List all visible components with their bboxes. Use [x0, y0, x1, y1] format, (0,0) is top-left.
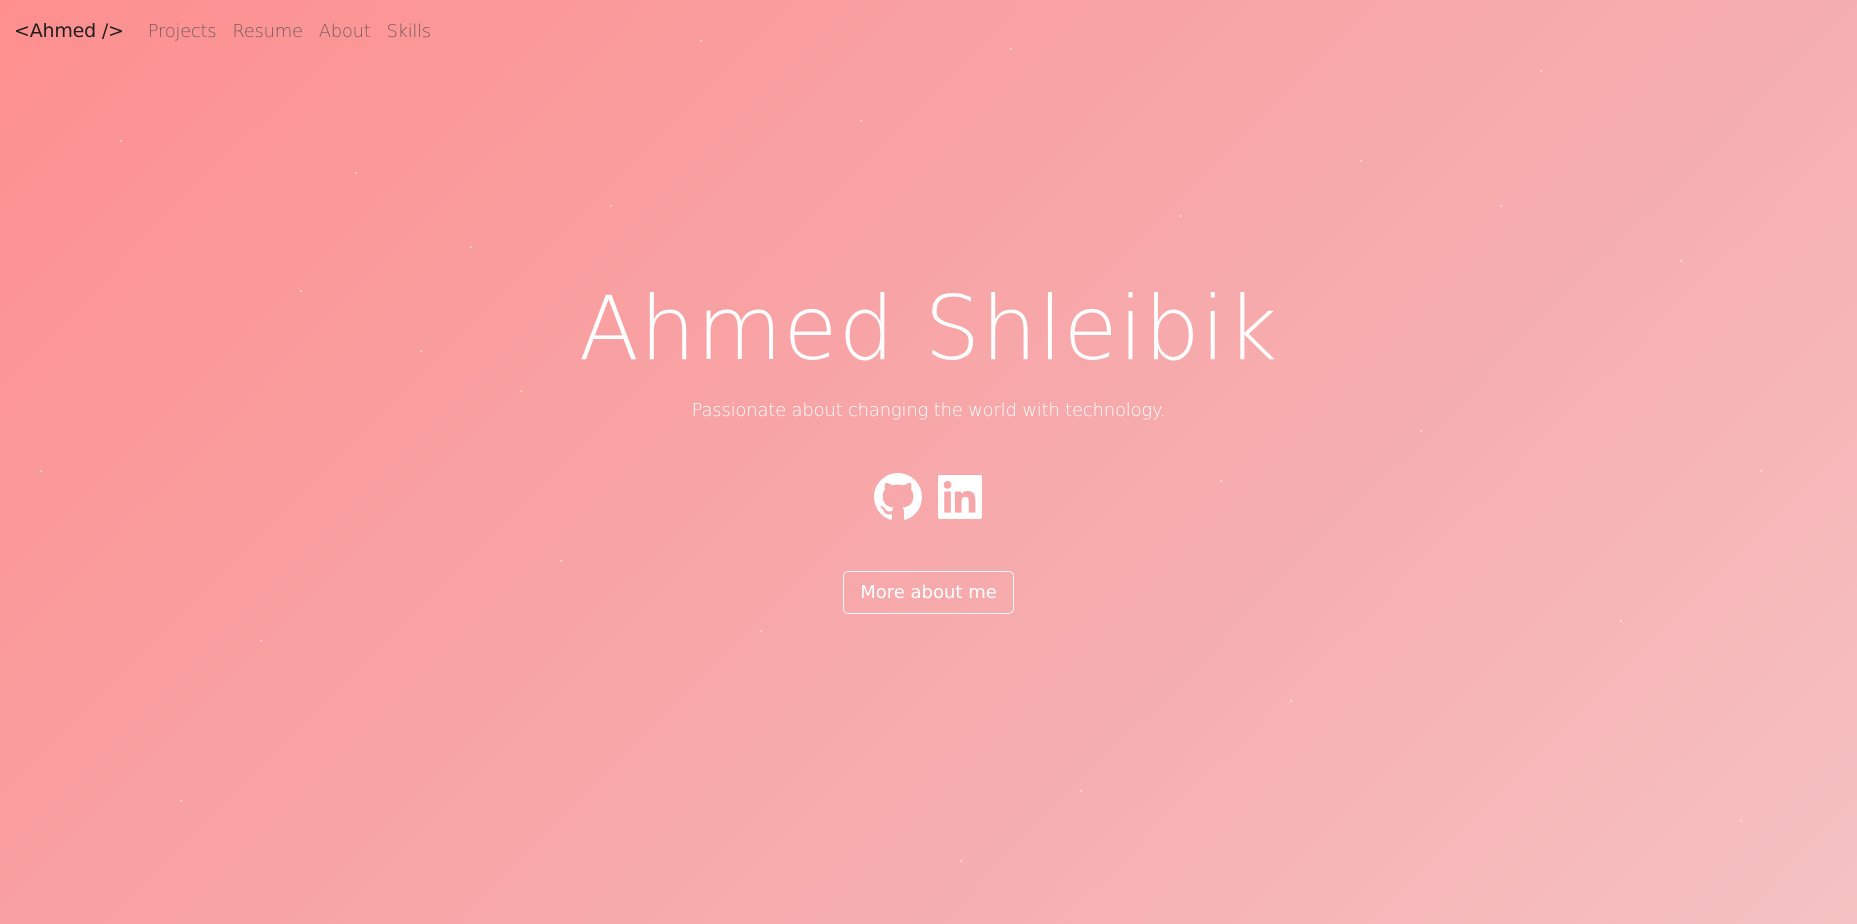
- nav-link-resume[interactable]: Resume: [232, 21, 303, 42]
- top-navbar: <Ahmed /> Projects Resume About Skills: [0, 0, 1857, 62]
- nav-link-projects[interactable]: Projects: [148, 21, 217, 42]
- linkedin-icon: [937, 475, 982, 519]
- hero-section: Ahmed Shleibik Passionate about changing…: [0, 285, 1857, 614]
- nav-link-skills[interactable]: Skills: [386, 21, 431, 42]
- hero-subtitle: Passionate about changing the world with…: [691, 400, 1166, 421]
- github-icon: [873, 473, 922, 520]
- nav-links: Projects Resume About Skills: [148, 21, 447, 42]
- more-about-me-button[interactable]: More about me: [843, 571, 1014, 614]
- nav-link-about[interactable]: About: [319, 21, 371, 42]
- linkedin-link[interactable]: [936, 473, 984, 521]
- brand-logo-link[interactable]: <Ahmed />: [14, 20, 124, 42]
- github-link[interactable]: [873, 473, 922, 521]
- hero-title: Ahmed Shleibik: [578, 277, 1279, 380]
- social-links: [873, 473, 984, 521]
